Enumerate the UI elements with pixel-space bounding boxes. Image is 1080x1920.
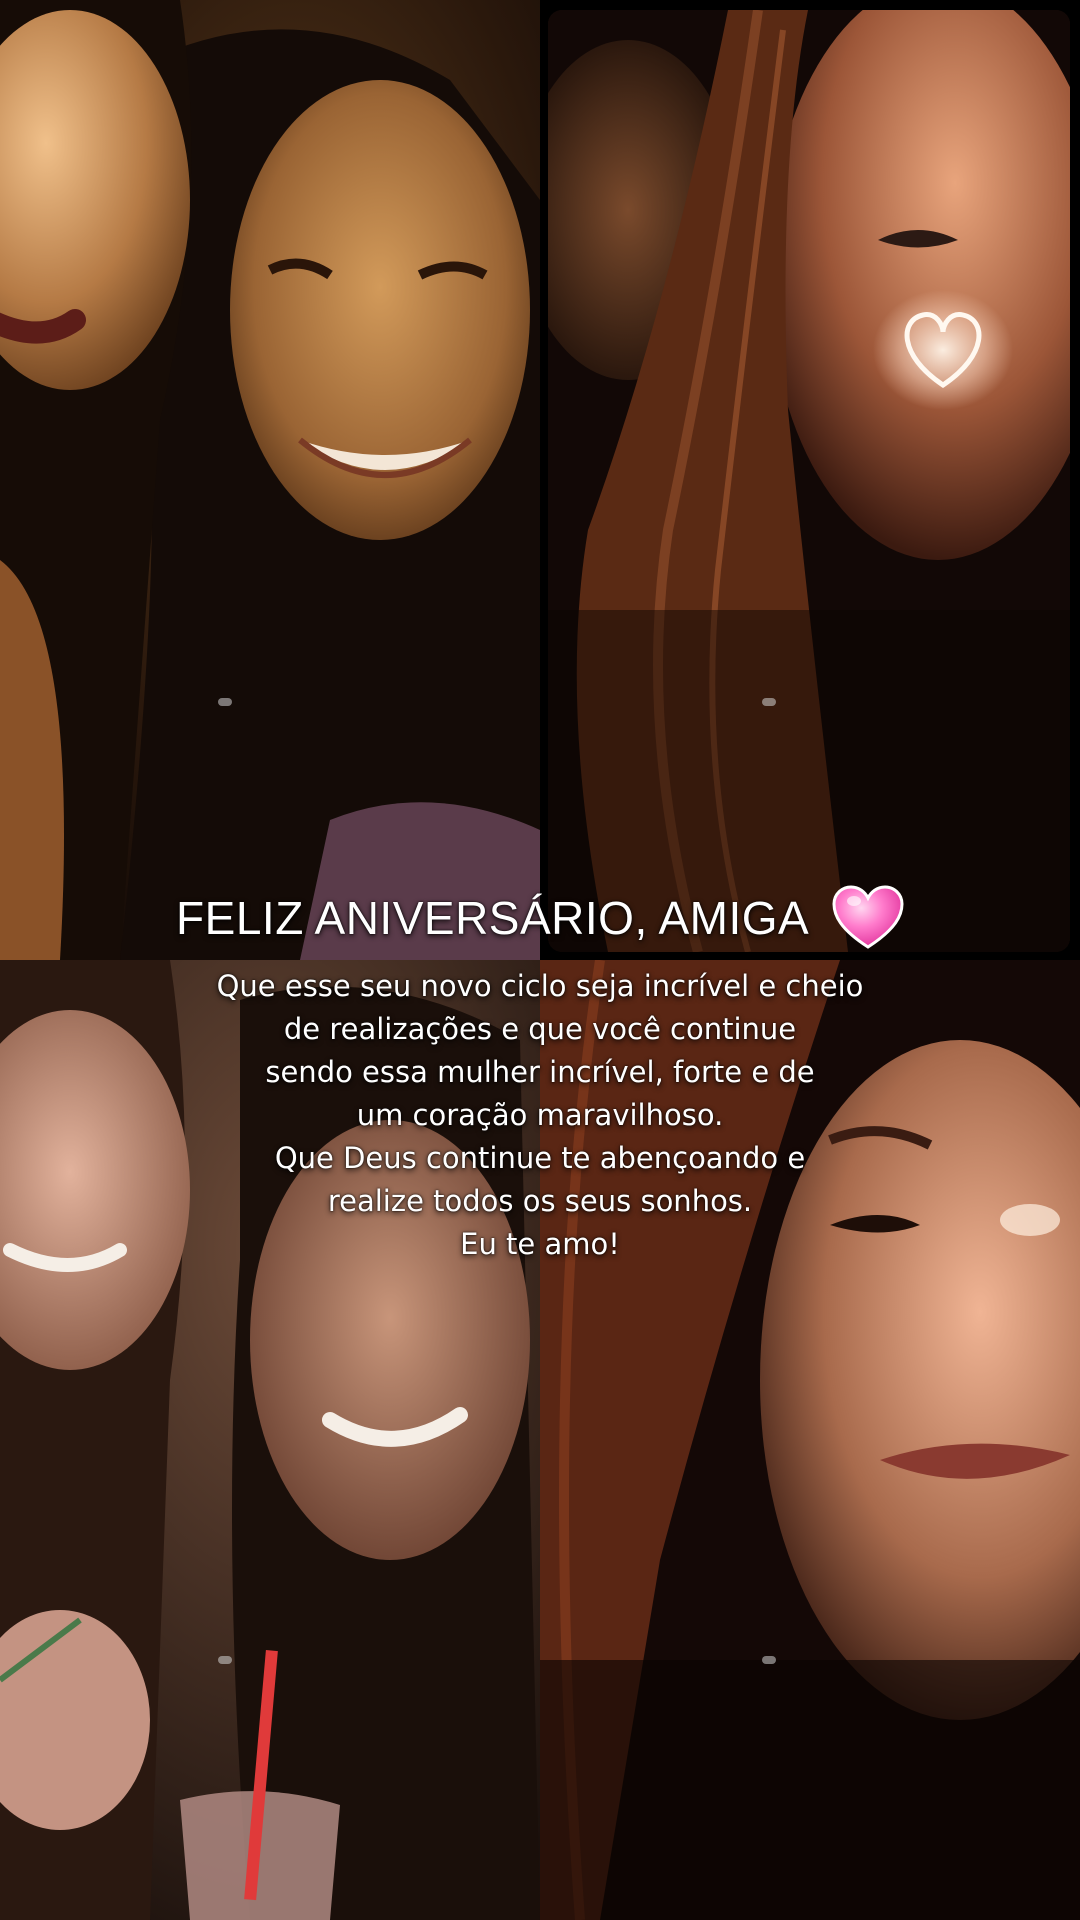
film-dust-dot <box>762 698 776 706</box>
message-line: sendo essa mulher incrível, forte e de <box>265 1055 815 1089</box>
message-line: Que Deus continue te abençoando e <box>274 1141 806 1175</box>
headline-text: FELIZ ANIVERSÁRIO, AMIGA <box>176 892 807 944</box>
birthday-message: Que esse seu novo ciclo seja incrível e … <box>0 965 1080 1266</box>
film-dust-dot <box>218 1656 232 1664</box>
message-line: Eu te amo! <box>460 1227 620 1261</box>
film-dust-dot <box>762 1656 776 1664</box>
message-line: Que esse seu novo ciclo seja incrível e … <box>216 969 864 1003</box>
message-line: um coração maravilhoso. <box>356 1098 724 1132</box>
film-dust-dot <box>218 698 232 706</box>
message-line: de realizações e que você continue <box>283 1012 797 1046</box>
pink-heart-icon <box>832 885 904 949</box>
photo-collage <box>0 0 1080 1920</box>
birthday-headline: FELIZ ANIVERSÁRIO, AMIGA <box>0 885 1080 951</box>
photo-top-left <box>0 0 540 960</box>
photo-top-right <box>548 10 1070 952</box>
message-line: realize todos os seus sonhos. <box>327 1184 753 1218</box>
